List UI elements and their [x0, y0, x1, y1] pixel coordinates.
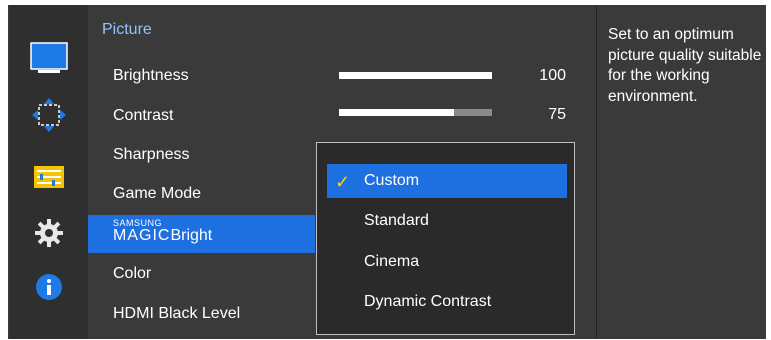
menu-item-label: Color: [113, 265, 152, 282]
gear-icon[interactable]: [9, 210, 88, 256]
picture-menu: Picture Brightness 100 Contrast 75 Sharp…: [88, 5, 596, 339]
description-panel: Set to an optimum picture quality suitab…: [596, 5, 766, 339]
dropdown-option-cinema[interactable]: Cinema: [327, 245, 567, 279]
menu-item-label: Game Mode: [113, 185, 202, 202]
dropdown-option-label: Standard: [364, 212, 429, 229]
magic-bright-label: SAMSUNG MAGICBright: [113, 219, 212, 244]
dropdown-option-label: Cinema: [364, 253, 420, 270]
checkmark-icon: ✓: [335, 172, 351, 192]
menu-item-magic-bright[interactable]: SAMSUNG MAGICBright: [88, 215, 315, 253]
dropdown-option-custom[interactable]: ✓ Custom: [327, 164, 567, 198]
menu-item-brightness[interactable]: Brightness: [88, 57, 315, 95]
menu-item-sharpness[interactable]: Sharpness: [88, 136, 315, 174]
contrast-slider-fill: [339, 109, 454, 116]
info-icon[interactable]: [9, 264, 88, 310]
menu-item-label: HDMI Black Level: [113, 305, 241, 322]
menu-item-contrast[interactable]: Contrast: [88, 97, 315, 135]
contrast-slider[interactable]: [339, 109, 492, 116]
menu-list-icon[interactable]: [9, 154, 88, 200]
contrast-value: 75: [548, 106, 566, 123]
menu-title: Picture: [102, 21, 152, 38]
monitor-icon[interactable]: [9, 37, 88, 83]
magic-brand-label: MAGIC: [113, 227, 171, 244]
menu-item-game-mode[interactable]: Game Mode: [88, 175, 315, 213]
menu-item-label: Brightness: [113, 67, 189, 84]
dropdown-option-label: Custom: [364, 172, 420, 189]
brightness-slider[interactable]: [339, 72, 492, 79]
magic-bright-dropdown: ✓ Custom Standard Cinema Dynamic Contras…: [316, 142, 575, 335]
brightness-value: 100: [539, 67, 566, 84]
dropdown-option-dynamic-contrast[interactable]: Dynamic Contrast: [327, 285, 567, 319]
dropdown-option-label: Dynamic Contrast: [364, 293, 492, 310]
icon-column: [9, 5, 88, 339]
menu-item-label: Contrast: [113, 107, 174, 124]
bright-label: Bright: [170, 227, 213, 244]
brightness-slider-fill: [339, 72, 492, 79]
resize-arrows-icon[interactable]: [9, 92, 88, 138]
dropdown-option-standard[interactable]: Standard: [327, 204, 567, 238]
menu-item-label: Sharpness: [113, 146, 190, 163]
menu-item-color[interactable]: Color: [88, 255, 315, 293]
menu-item-hdmi-black-level[interactable]: HDMI Black Level: [88, 295, 315, 333]
description-text: Set to an optimum picture quality suitab…: [608, 26, 762, 105]
